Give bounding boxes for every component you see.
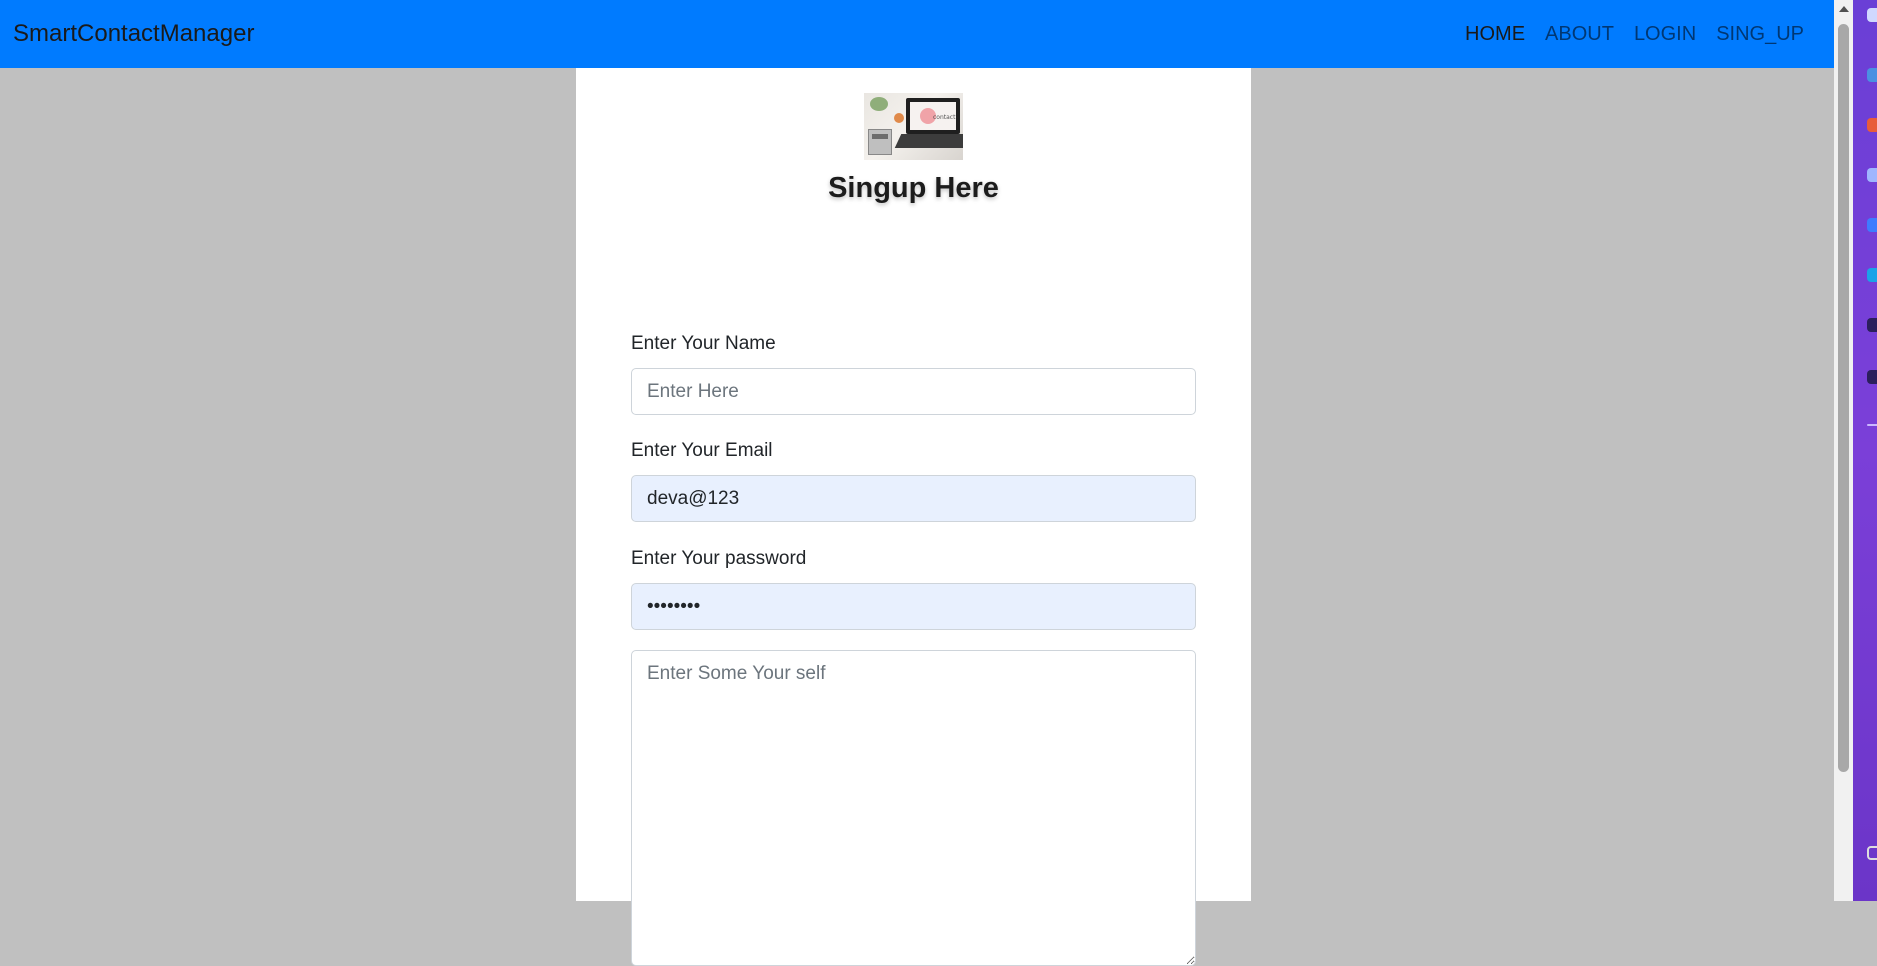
outlook-icon[interactable] [1867, 268, 1877, 282]
laptop-graphic: contact [906, 98, 960, 134]
add-icon[interactable] [1867, 424, 1877, 426]
nav-link-login[interactable]: LOGIN [1634, 21, 1696, 47]
side-app-strip [1853, 0, 1877, 901]
search-icon[interactable] [1867, 8, 1877, 22]
sidebar-toggle-icon[interactable] [1867, 846, 1877, 860]
signup-card: contact Singup Here Enter Your Name Ente… [576, 68, 1251, 966]
nav-links: HOME ABOUT LOGIN SING_UP [1465, 21, 1804, 47]
page-scrollbar[interactable] [1834, 0, 1853, 901]
plant-graphic [870, 97, 888, 111]
drop-icon[interactable] [1867, 318, 1877, 332]
office-icon[interactable] [1867, 218, 1877, 232]
laptop-screen-text: contact [933, 114, 956, 121]
app-icon[interactable] [1867, 370, 1877, 384]
calculator-graphic [868, 129, 892, 155]
password-label: Enter Your password [631, 548, 807, 569]
hero-image: contact [864, 93, 963, 160]
scroll-up-arrow-icon[interactable] [1839, 6, 1849, 12]
navbar: SmartContactManager HOME ABOUT LOGIN SIN… [0, 0, 1834, 68]
cup-graphic [894, 113, 904, 123]
about-textarea[interactable] [631, 650, 1196, 966]
shopping-icon[interactable] [1867, 118, 1877, 132]
name-label: Enter Your Name [631, 333, 776, 354]
people-icon[interactable] [1867, 168, 1877, 182]
page-title: Singup Here [828, 172, 999, 204]
nav-link-signup[interactable]: SING_UP [1716, 21, 1804, 47]
copilot-icon[interactable] [1867, 68, 1877, 82]
name-input[interactable] [631, 368, 1196, 415]
nav-link-home[interactable]: HOME [1465, 21, 1525, 47]
email-input[interactable] [631, 475, 1196, 522]
brand-logo[interactable]: SmartContactManager [13, 19, 254, 49]
nav-link-about[interactable]: ABOUT [1545, 21, 1614, 47]
scroll-thumb[interactable] [1838, 24, 1849, 772]
password-input[interactable] [631, 583, 1196, 630]
email-label: Enter Your Email [631, 440, 773, 461]
